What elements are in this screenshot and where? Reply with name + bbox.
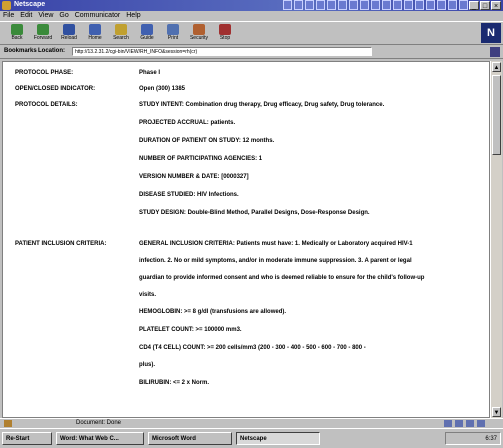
inclusion-criteria-row: PATIENT INCLUSION CRITERIA: GENERAL INCL… — [15, 238, 475, 417]
forward-arrow-icon — [37, 24, 49, 35]
menu-edit[interactable]: Edit — [20, 11, 32, 21]
reload-button[interactable]: Reload — [56, 24, 82, 44]
component-bar — [444, 420, 485, 427]
taskbar-item-microsoft-word[interactable]: Microsoft Word — [148, 432, 232, 445]
lock-icon — [193, 24, 205, 35]
field-label: PROTOCOL DETAILS: — [15, 102, 78, 108]
print-icon — [167, 24, 179, 35]
reload-icon — [63, 24, 75, 35]
menu-communicator[interactable]: Communicator — [75, 11, 121, 21]
security-lock-icon[interactable] — [4, 420, 12, 427]
detail-line: STUDY DESIGN: Double-Blind Method, Paral… — [139, 210, 370, 216]
menu-bar: File Edit View Go Communicator Help — [0, 11, 503, 21]
taskbar-item-word-web[interactable]: Word: What Web C... — [56, 432, 144, 445]
detail-line: STUDY INTENT: Combination drug therapy, … — [139, 102, 385, 108]
stop-icon — [219, 24, 231, 35]
bookmarks-button[interactable]: Bookmarks — [4, 48, 37, 54]
navigation-toolbar: Back Forward Reload Home Search Guide Pr… — [0, 21, 503, 45]
guide-icon — [141, 24, 153, 35]
criteria-line: guardian to provide informed consent and… — [139, 275, 425, 281]
search-button[interactable]: Search — [108, 24, 134, 44]
detail-line: DISEASE STUDIED: HIV Infections. — [139, 192, 239, 198]
menu-file[interactable]: File — [3, 11, 14, 21]
field-label: PROTOCOL PHASE: — [15, 70, 74, 76]
menu-view[interactable]: View — [38, 11, 53, 21]
discussion-icon[interactable] — [477, 420, 485, 427]
page-proxy-icon[interactable] — [490, 47, 500, 57]
field-label: OPEN/CLOSED INDICATOR: — [15, 86, 96, 92]
navigator-icon[interactable] — [444, 420, 452, 427]
scroll-down-icon[interactable]: ▼ — [492, 407, 501, 417]
protocol-details-row: PROTOCOL DETAILS: STUDY INTENT: Combinat… — [15, 99, 475, 229]
location-url-input[interactable] — [72, 47, 372, 56]
home-icon — [89, 24, 101, 35]
criteria-line: GENERAL INCLUSION CRITERIA: Patients mus… — [139, 241, 413, 247]
vertical-scrollbar[interactable]: ▲ ▼ — [490, 61, 502, 418]
maximize-button[interactable]: □ — [480, 1, 490, 10]
netscape-app-icon — [2, 1, 11, 10]
title-bar: Netscape _ □ × — [0, 0, 503, 11]
menu-help[interactable]: Help — [126, 11, 140, 21]
status-message: Document: Done — [76, 420, 122, 426]
mail-icon[interactable] — [455, 420, 463, 427]
window-title: Netscape — [14, 1, 46, 8]
detail-line: DURATION OF PATIENT ON STUDY: 12 months. — [139, 138, 275, 144]
print-button[interactable]: Print — [160, 24, 186, 44]
menu-go[interactable]: Go — [59, 11, 68, 21]
security-button[interactable]: Security — [186, 24, 212, 44]
taskbar-item-netscape[interactable]: Netscape — [236, 432, 320, 445]
back-button[interactable]: Back — [4, 24, 30, 44]
criteria-line: infection. 2. No or mild symptoms, and/o… — [139, 258, 412, 264]
field-value: Open (300) 1385 — [139, 86, 186, 92]
criteria-line: BILIRUBIN: <= 2 x Norm. — [139, 380, 210, 386]
system-clock: 6:37 — [445, 432, 501, 445]
composer-icon[interactable] — [466, 420, 474, 427]
detail-line: NUMBER OF PARTICIPATING AGENCIES: 1 — [139, 156, 263, 162]
forward-button[interactable]: Forward — [30, 24, 56, 44]
criteria-line: CD4 (T4 CELL) COUNT: >= 200 cells/mm3 (2… — [139, 345, 366, 351]
guide-button[interactable]: Guide — [134, 24, 160, 44]
detail-line: PROJECTED ACCRUAL: patients. — [139, 120, 236, 126]
close-button[interactable]: × — [491, 1, 501, 10]
field-value: Phase I — [139, 70, 161, 76]
criteria-line: PLATELET COUNT: >= 100000 mm3. — [139, 327, 242, 333]
criteria-line: visits. — [139, 292, 157, 298]
location-label: Location: — [38, 48, 65, 54]
scroll-up-icon[interactable]: ▲ — [492, 62, 501, 72]
desktop-tray-icons — [283, 0, 468, 10]
criteria-line: HEMOGLOBIN: >= 8 g/dl (transfusions are … — [139, 309, 287, 315]
netscape-logo-icon: N — [481, 23, 501, 43]
criteria-line: plus). — [139, 362, 155, 368]
minimize-button[interactable]: _ — [469, 1, 479, 10]
location-bar: Bookmarks Location: — [0, 45, 503, 59]
page-content: PROTOCOL PHASE: Phase I OPEN/CLOSED INDI… — [2, 61, 490, 418]
search-icon — [115, 24, 127, 35]
scroll-thumb[interactable] — [492, 75, 501, 155]
field-label: PATIENT INCLUSION CRITERIA: — [15, 241, 107, 247]
home-button[interactable]: Home — [82, 24, 108, 44]
start-button[interactable]: Re-Start — [2, 432, 52, 445]
detail-line: VERSION NUMBER & DATE: [0000327] — [139, 174, 249, 180]
taskbar: Re-Start Word: What Web C... Microsoft W… — [0, 428, 503, 448]
back-arrow-icon — [11, 24, 23, 35]
stop-button[interactable]: Stop — [212, 24, 238, 44]
